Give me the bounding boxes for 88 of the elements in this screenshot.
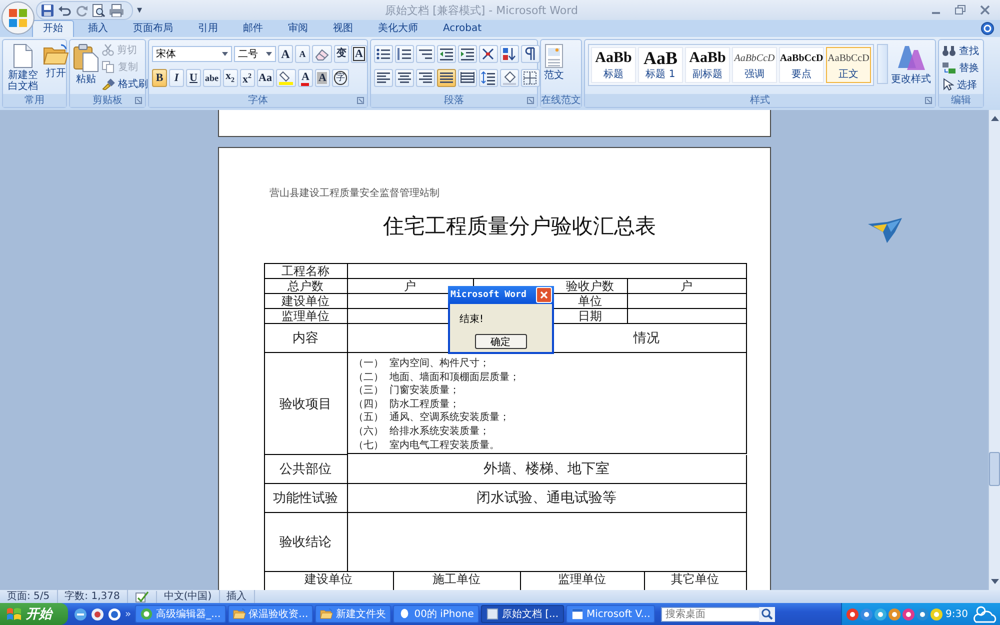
format-button[interactable]: 变 xyxy=(334,45,349,63)
show-more-button[interactable]: » xyxy=(125,608,132,620)
format-button[interactable]: abe xyxy=(203,69,220,87)
list-item-text: 门窗安装质量； xyxy=(390,384,460,398)
ribbon-button[interactable]: 选择 xyxy=(942,77,979,92)
ribbon-tab[interactable]: 引用 xyxy=(187,20,229,37)
font-name-field[interactable]: 宋体 xyxy=(152,46,232,62)
list-item-text: 地面、墙面和顶棚面层质量； xyxy=(390,370,520,384)
format-button[interactable]: A xyxy=(295,45,310,63)
list-number: （一） xyxy=(354,357,384,371)
format-button[interactable]: I xyxy=(169,69,184,87)
style-swatch[interactable]: AaB 标题 1 xyxy=(638,47,683,83)
ribbon-tab[interactable]: 插入 xyxy=(77,20,119,37)
taskbar-button[interactable]: Microsoft V... xyxy=(566,605,656,623)
format-button[interactable]: A xyxy=(278,45,293,63)
paste-button[interactable]: 粘贴 xyxy=(73,42,99,92)
page-header-text: 营山县建设工程质量安全监督管理站制 xyxy=(270,186,440,200)
list-item-text: 防水工程质量； xyxy=(390,398,460,412)
table-cell: 建设单位 xyxy=(264,294,348,309)
group-title: 剪贴板 xyxy=(92,94,122,107)
taskbar-button[interactable]: 原始文档 [... xyxy=(480,605,564,623)
start-button[interactable]: 开始 xyxy=(0,603,68,625)
group-title: 字体 xyxy=(248,94,268,107)
format-button[interactable]: A xyxy=(351,45,367,63)
format-button[interactable]: x$_{2}$ xyxy=(222,69,238,87)
list-item-text: 给排水系统安装质量； xyxy=(390,424,490,439)
format-button[interactable]: A xyxy=(314,69,330,87)
change-styles-button[interactable]: 更改样式 xyxy=(891,42,931,92)
style-swatch[interactable]: AaBbCcD 强调 xyxy=(732,47,777,83)
list-number: （二） xyxy=(354,370,384,384)
ribbon-button[interactable]: 替换 xyxy=(942,60,979,75)
group-title: 常用 xyxy=(24,94,44,107)
list-item-text: 室内电气工程安装质量。 xyxy=(390,438,500,452)
table-cell: 功能性试验 xyxy=(264,484,348,513)
format-button[interactable]: Aa xyxy=(256,69,274,87)
table-cell: 监理单位 xyxy=(264,309,348,324)
search-field[interactable]: 搜索桌面 xyxy=(661,606,762,622)
ribbon-tab[interactable]: 审阅 xyxy=(277,20,319,37)
list-number: （四） xyxy=(354,398,384,412)
list-number: （三） xyxy=(354,384,384,398)
table-cell: 验收项目 xyxy=(264,353,348,455)
table-cell: 工程名称 xyxy=(264,264,348,279)
ribbon-tab[interactable]: 邮件 xyxy=(232,20,274,37)
ribbon-button[interactable]: 格式刷 xyxy=(102,76,148,91)
list-number: （七） xyxy=(354,438,384,452)
taskbar-button[interactable]: 保温验收资... xyxy=(228,605,314,623)
list-number: （五） xyxy=(354,411,384,425)
font-size-field[interactable]: 二号 xyxy=(234,46,276,62)
group-title: 段落 xyxy=(444,94,464,107)
ribbon-button[interactable]: 查找 xyxy=(942,43,979,58)
ribbon-tab[interactable]: Acrobat xyxy=(432,20,493,37)
ribbon-button[interactable]: 范文 xyxy=(544,42,564,92)
list-number: （六） xyxy=(354,424,384,439)
document-title: 住宅工程质量分户验收汇总表 xyxy=(382,213,657,240)
window-title: 原始文档 [兼容模式] - Microsoft Word xyxy=(384,2,579,18)
table-cell: 总户数 xyxy=(264,279,348,294)
ribbon-tab[interactable]: 视图 xyxy=(322,20,364,37)
table-cell: 外墙、楼梯、地下室 xyxy=(348,455,746,484)
taskbar-button[interactable]: 高级编辑器_... xyxy=(135,605,226,623)
list-item-text: 室内空间、构件尺寸； xyxy=(390,357,490,371)
clock: 9:30 xyxy=(946,608,968,620)
ok-button[interactable]: 确定 xyxy=(474,334,526,349)
taskbar-button[interactable]: 新建文件夹 xyxy=(315,605,392,623)
format-button[interactable]: 字 xyxy=(332,69,349,87)
table-cell: 公共部位 xyxy=(264,455,348,484)
group-title: 编辑 xyxy=(951,94,971,107)
ribbon-tab[interactable]: 页面布局 xyxy=(122,20,184,37)
table-cell: 内容 xyxy=(264,324,348,353)
group-title: 在线范文 xyxy=(541,94,581,107)
format-button[interactable]: B xyxy=(152,69,167,87)
style-swatch[interactable]: AaBb 副标题 xyxy=(685,47,730,83)
style-swatch[interactable]: AaBb 标题 xyxy=(591,47,636,83)
ribbon-tab[interactable]: 开始 xyxy=(32,20,74,37)
group-title: 样式 xyxy=(750,94,770,107)
format-button[interactable]: A xyxy=(298,69,313,87)
table-cell: 闭水试验、通电试验等 xyxy=(348,484,746,513)
style-swatch[interactable]: AaBbCcD 正文 xyxy=(826,47,871,83)
taskbar-button[interactable]: 00的 iPhone xyxy=(393,605,479,623)
style-swatch[interactable]: AaBbCcD 要点 xyxy=(779,47,824,83)
customize-toolbar-button[interactable]: ▾ xyxy=(137,4,142,16)
list-item-text: 通风、空调系统安装质量； xyxy=(390,411,510,425)
ribbon-button[interactable]: 新建空白文档 xyxy=(6,42,40,92)
format-button[interactable]: U xyxy=(186,69,201,87)
ribbon-button[interactable]: 打开 xyxy=(43,42,69,92)
table-cell: 户 xyxy=(628,279,746,294)
format-button[interactable]: x$^{2}$ xyxy=(240,69,254,87)
table-cell: 验收结论 xyxy=(264,513,348,572)
ribbon-tab[interactable]: 美化大师 xyxy=(367,20,429,37)
